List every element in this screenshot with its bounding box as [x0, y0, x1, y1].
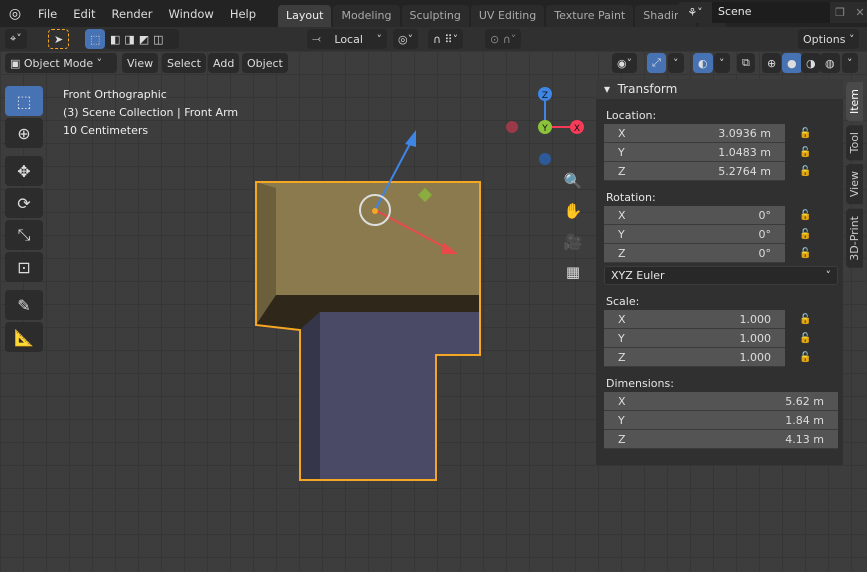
chevron-down-icon: ˅ — [825, 269, 832, 282]
scale-x-field[interactable]: X 1.000 — [604, 310, 785, 329]
scale-label: Scale: — [606, 295, 640, 308]
tab-tool[interactable]: Tool — [846, 125, 863, 161]
gizmo-y-label: Y — [541, 124, 548, 134]
rotation-label: Rotation: — [606, 191, 656, 204]
dimensions-y-field[interactable]: Y 1.84 m — [604, 411, 838, 430]
gizmo-z-label: Z — [542, 91, 548, 101]
location-z-field[interactable]: Z 5.2764 m — [604, 162, 785, 181]
rotation-z-field[interactable]: Z 0° — [604, 244, 785, 263]
tab-3d-print[interactable]: 3D-Print — [846, 208, 863, 268]
lock-icon[interactable]: 🔓 — [799, 229, 811, 240]
rotation-x-field[interactable]: X 0° — [604, 206, 785, 225]
lock-icon[interactable]: 🔓 — [799, 128, 811, 139]
transform-panel-header[interactable]: ▾ Transform — [596, 79, 843, 99]
tab-view[interactable]: View — [846, 164, 863, 205]
transform-title: Transform — [617, 82, 678, 96]
gizmo-neg-x-axis[interactable] — [506, 121, 518, 133]
dimensions-x-field[interactable]: X 5.62 m — [604, 392, 838, 411]
sidebar-item-panel: ▾ Transform Location: X 3.0936 m 🔓 Y 1.0483… — [596, 79, 843, 465]
scale-y-field[interactable]: Y 1.000 — [604, 329, 785, 348]
location-y-field[interactable]: Y 1.0483 m — [604, 143, 785, 162]
lock-icon[interactable]: 🔓 — [799, 210, 811, 221]
lock-icon[interactable]: 🔓 — [799, 333, 811, 344]
gizmo-x-label: X — [574, 124, 580, 134]
location-x-field[interactable]: X 3.0936 m — [604, 124, 785, 143]
lock-icon[interactable]: 🔓 — [799, 248, 811, 259]
lock-icon[interactable]: 🔓 — [799, 314, 811, 325]
dimensions-label: Dimensions: — [606, 377, 674, 390]
lock-icon[interactable]: 🔓 — [799, 352, 811, 363]
dimensions-z-field[interactable]: Z 4.13 m — [604, 430, 838, 449]
rotation-mode-dropdown[interactable]: XYZ Euler ˅ — [604, 266, 838, 285]
scale-z-field[interactable]: Z 1.000 — [604, 348, 785, 367]
pan-hand-icon[interactable]: ✋ — [560, 198, 586, 224]
gizmo-neg-z-axis[interactable] — [539, 153, 551, 165]
zoom-icon[interactable]: 🔍 — [560, 168, 586, 194]
camera-view-icon[interactable]: 🎥 — [560, 229, 586, 255]
ortho-grid-icon[interactable]: ▦ — [560, 259, 586, 285]
tab-item[interactable]: Item — [846, 82, 863, 122]
front-arm-object[interactable] — [255, 181, 481, 481]
rotation-y-field[interactable]: Y 0° — [604, 225, 785, 244]
lock-icon[interactable]: 🔓 — [799, 147, 811, 158]
lock-icon[interactable]: 🔓 — [799, 166, 811, 177]
location-label: Location: — [606, 109, 657, 122]
sidebar-tabs: Item Tool View 3D-Print — [846, 82, 864, 271]
navigation-gizmo[interactable]: Z Y X — [506, 87, 584, 165]
